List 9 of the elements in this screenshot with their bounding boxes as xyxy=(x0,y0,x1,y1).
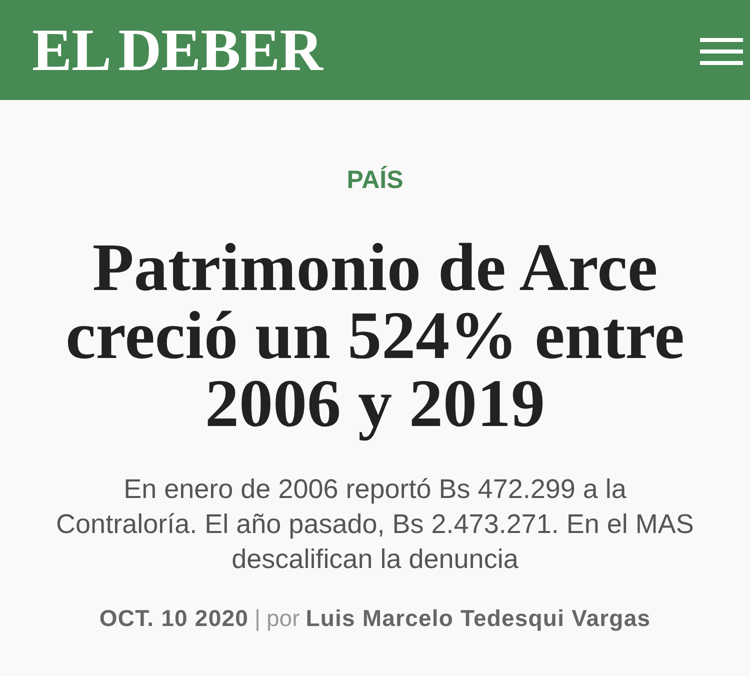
separator-text: | xyxy=(254,604,260,632)
menu-icon[interactable] xyxy=(700,38,743,64)
author-link[interactable]: Luis Marcelo Tedesqui Vargas xyxy=(306,604,651,632)
headline: Patrimonio de Arce creció un 524% entre 2006 y 2019 xyxy=(64,233,686,443)
by-label: por xyxy=(266,604,300,632)
summary-text: En enero de 2006 reportó Bs 472.299 a la Contraloría. El año pasado, Bs 2.473.271. En el MAS descalifican la denuncia xyxy=(55,473,695,576)
section-link[interactable]: PAÍS xyxy=(346,165,404,195)
site-logo[interactable]: EL DEBER xyxy=(32,20,322,80)
publish-date: OCT. 10 2020 xyxy=(99,604,248,632)
